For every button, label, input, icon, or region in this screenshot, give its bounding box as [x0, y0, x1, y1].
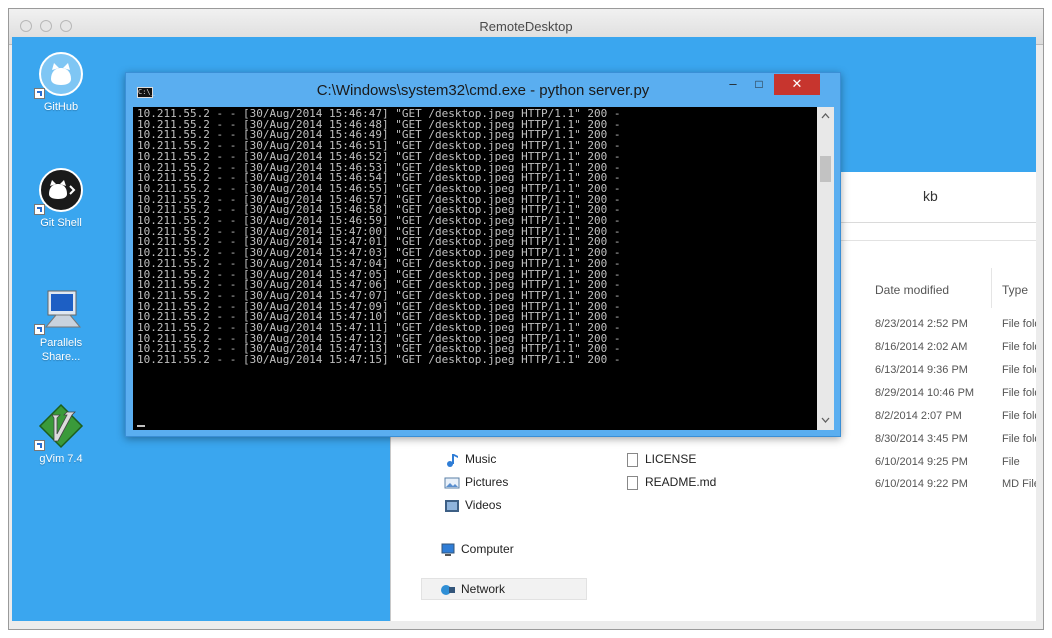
nav-music[interactable]: Music: [444, 452, 496, 467]
explorer-title: kb: [923, 188, 938, 204]
row-date: 8/30/2014 3:45 PM: [875, 433, 968, 445]
cmd-titlebar[interactable]: C:\_ C:\Windows\system32\cmd.exe - pytho…: [126, 73, 840, 107]
row-date: 6/13/2014 9:36 PM: [875, 364, 968, 376]
console-output-area[interactable]: 10.211.55.2 - - [30/Aug/2014 15:46:47] "…: [133, 107, 834, 430]
parallels-share-icon: [34, 287, 84, 335]
remote-desktop[interactable]: GitHub Git Shell Parallels Share... gVim…: [12, 37, 1036, 621]
desktop-icon-label: Parallels Share...: [25, 336, 97, 364]
row-date: 6/10/2014 9:25 PM: [875, 456, 968, 468]
nav-label: Computer: [461, 542, 514, 556]
console-cursor: [137, 425, 145, 427]
row-date: 6/10/2014 9:22 PM: [875, 478, 968, 490]
row-type: File: [1002, 456, 1020, 468]
desktop-icon-label: gVim 7.4: [39, 453, 83, 465]
nav-label: Videos: [465, 498, 502, 512]
row-date: 8/23/2014 2:52 PM: [875, 318, 968, 330]
network-icon: [440, 583, 456, 597]
desktop-icon-label: GitHub: [43, 101, 79, 113]
nav-label: Network: [461, 582, 506, 596]
nav-computer[interactable]: Computer: [440, 542, 514, 557]
nav-videos[interactable]: Videos: [444, 498, 501, 513]
row-type: File folde: [1002, 364, 1036, 376]
minimize-button[interactable]: –: [720, 74, 746, 95]
column-date-modified[interactable]: Date modified: [875, 283, 949, 297]
desktop-icon-github[interactable]: GitHub: [25, 51, 97, 114]
file-icon: [627, 452, 638, 467]
shortcut-arrow-icon: [34, 324, 45, 335]
nav-label: Music: [465, 452, 497, 466]
console-line: 10.211.55.2 - - [30/Aug/2014 15:47:15] "…: [137, 353, 621, 367]
file-name: README.md: [645, 475, 717, 489]
github-octocat-icon: [34, 51, 84, 99]
file-readme[interactable]: README.md: [627, 475, 716, 490]
pictures-icon: [444, 476, 460, 490]
computer-icon: [440, 543, 456, 557]
row-date: 8/29/2014 10:46 PM: [875, 387, 975, 399]
shortcut-arrow-icon: [34, 440, 45, 451]
row-type: File folde: [1002, 341, 1036, 353]
desktop-icon-parallels-share[interactable]: Parallels Share...: [25, 287, 97, 364]
music-icon: [444, 453, 460, 467]
file-icon: [627, 475, 638, 490]
row-type: File folde: [1002, 410, 1036, 422]
file-license[interactable]: LICENSE: [627, 452, 696, 467]
row-type: File folde: [1002, 387, 1036, 399]
row-type: File folde: [1002, 318, 1036, 330]
cmd-window[interactable]: C:\_ C:\Windows\system32\cmd.exe - pytho…: [125, 72, 841, 437]
nav-label: Pictures: [465, 475, 509, 489]
gvim-icon: [34, 403, 84, 451]
console-text: 10.211.55.2 - - [30/Aug/2014 15:46:47] "…: [137, 108, 813, 367]
maximize-button[interactable]: □: [746, 74, 772, 95]
row-type: File folde: [1002, 433, 1036, 445]
row-type: MD File: [1002, 478, 1036, 490]
column-divider: [991, 268, 992, 308]
scrollbar-thumb[interactable]: [820, 156, 831, 182]
label-line-2: Share...: [41, 351, 81, 363]
shortcut-arrow-icon: [34, 88, 45, 99]
desktop-icon-gvim[interactable]: gVim 7.4: [25, 403, 97, 466]
file-name: LICENSE: [645, 452, 697, 466]
scroll-up-arrow-icon[interactable]: [821, 113, 830, 119]
git-shell-icon: [34, 167, 84, 215]
shortcut-arrow-icon: [34, 204, 45, 215]
nav-network[interactable]: Network: [440, 582, 505, 597]
row-date: 8/16/2014 2:02 AM: [875, 341, 968, 353]
videos-icon: [444, 499, 460, 513]
desktop-icon-git-shell[interactable]: Git Shell: [25, 167, 97, 230]
row-date: 8/2/2014 2:07 PM: [875, 410, 962, 422]
console-scrollbar[interactable]: [817, 107, 834, 430]
label-line-1: Parallels: [39, 337, 83, 349]
desktop-icon-label: Git Shell: [40, 217, 82, 229]
nav-pictures[interactable]: Pictures: [444, 475, 508, 490]
column-type[interactable]: Type: [1002, 283, 1028, 297]
scroll-down-arrow-icon[interactable]: [821, 417, 830, 423]
close-button[interactable]: ✕: [774, 74, 820, 95]
